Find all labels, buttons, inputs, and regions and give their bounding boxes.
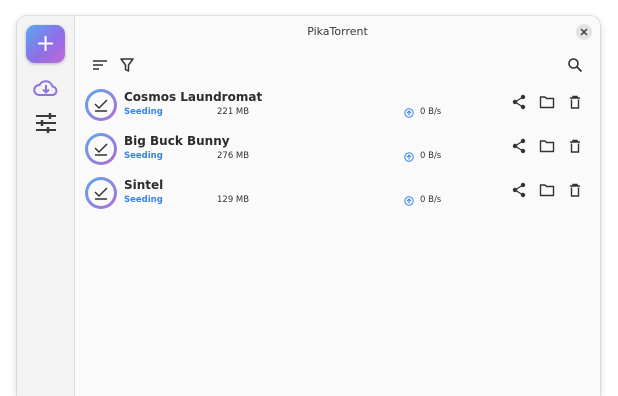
status-ring — [85, 89, 117, 121]
torrent-status: Seeding — [124, 151, 163, 161]
status-ring — [85, 133, 117, 165]
cloud-download-icon[interactable] — [32, 76, 60, 102]
open-folder-button[interactable] — [539, 138, 555, 154]
share-icon — [512, 94, 526, 110]
check-icon — [94, 143, 108, 156]
delete-button[interactable] — [567, 94, 583, 110]
upload-speed: 0 B/s — [420, 107, 442, 117]
delete-button[interactable] — [567, 182, 583, 198]
close-button[interactable] — [576, 24, 592, 40]
sort-icon — [93, 60, 107, 70]
search-icon — [568, 58, 583, 73]
folder-icon — [539, 140, 555, 153]
delete-button[interactable] — [567, 138, 583, 154]
torrent-name: Sintel — [124, 178, 164, 192]
torrent-row[interactable]: Sintel Seeding 129 MB 0 B/s — [75, 177, 600, 221]
upload-icon — [404, 196, 414, 206]
trash-icon — [570, 95, 580, 109]
close-icon — [580, 28, 588, 36]
check-icon — [94, 187, 108, 200]
upload-icon — [404, 108, 414, 118]
torrent-size: 221 MB — [217, 107, 250, 117]
share-button[interactable] — [511, 94, 527, 110]
main-content: PikaTorrent Cosmos Laundromat Seeding 22… — [75, 16, 600, 396]
trash-icon — [570, 139, 580, 153]
trash-icon — [570, 183, 580, 197]
sort-button[interactable] — [91, 56, 109, 74]
upload-icon — [404, 152, 414, 162]
torrent-name: Big Buck Bunny — [124, 134, 230, 148]
open-folder-button[interactable] — [539, 182, 555, 198]
share-button[interactable] — [511, 138, 527, 154]
status-ring — [85, 177, 117, 209]
torrent-size: 129 MB — [217, 195, 250, 205]
filter-icon — [120, 58, 134, 72]
folder-icon — [539, 184, 555, 197]
app-window: + PikaTorrent Cosmos Laundromat Seeding … — [17, 16, 600, 396]
share-icon — [512, 138, 526, 154]
check-icon — [94, 99, 108, 112]
share-button[interactable] — [511, 182, 527, 198]
window-title: PikaTorrent — [307, 25, 368, 38]
upload-speed: 0 B/s — [420, 151, 442, 161]
open-folder-button[interactable] — [539, 94, 555, 110]
folder-icon — [539, 96, 555, 109]
add-torrent-button[interactable]: + — [26, 25, 65, 63]
torrent-status: Seeding — [124, 107, 163, 117]
sliders-icon[interactable] — [32, 110, 60, 136]
torrent-size: 276 MB — [217, 151, 250, 161]
torrent-name: Cosmos Laundromat — [124, 90, 263, 104]
sidebar: + — [17, 16, 75, 396]
torrent-row[interactable]: Cosmos Laundromat Seeding 221 MB 0 B/s — [75, 89, 600, 133]
upload-speed: 0 B/s — [420, 195, 442, 205]
share-icon — [512, 182, 526, 198]
search-button[interactable] — [566, 56, 584, 74]
filter-button[interactable] — [118, 56, 136, 74]
torrent-status: Seeding — [124, 195, 163, 205]
torrent-row[interactable]: Big Buck Bunny Seeding 276 MB 0 B/s — [75, 133, 600, 177]
